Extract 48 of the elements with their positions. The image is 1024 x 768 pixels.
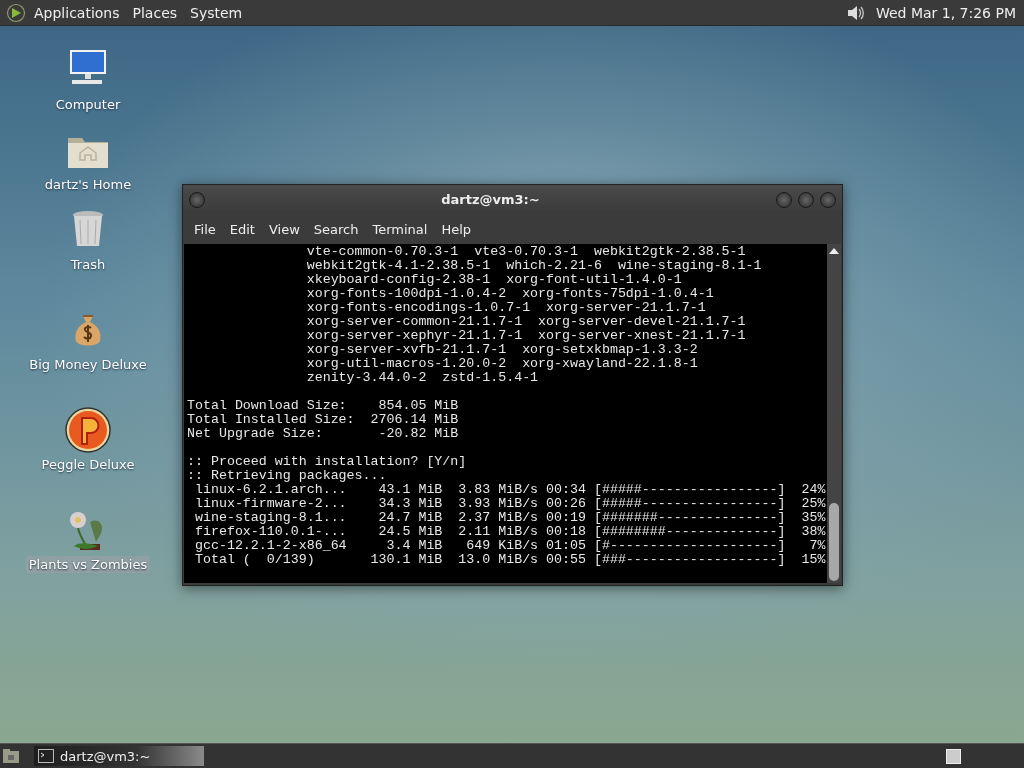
menu-logo-icon[interactable]: [6, 2, 26, 23]
menu-item[interactable]: View: [261, 217, 307, 241]
terminal-line: :: Retrieving packages...: [187, 469, 388, 483]
panel-menu[interactable]: Places: [132, 4, 178, 21]
terminal-line: firefox-110.0.1-... 24.5 MiB 2.11 MiB/s 00:18 [########--------------] 38%: [193, 525, 827, 539]
window-menu-button[interactable]: [189, 191, 205, 208]
maximize-button[interactable]: [798, 191, 814, 208]
window-title: dartz@vm3:~: [440, 192, 541, 207]
terminal-line: vte-common-0.70.3-1 vte3-0.70.3-1 webkit2gtk-2.38.5-1: [305, 245, 747, 259]
terminal-line: xorg-fonts-encodings-1.0.7-1 xorg-server-21.1.7-1: [305, 301, 707, 315]
menu-item[interactable]: Terminal: [365, 217, 435, 241]
menu-item[interactable]: Search: [306, 217, 366, 241]
panel-menu[interactable]: System: [190, 4, 243, 21]
panel-menu[interactable]: Applications: [34, 4, 120, 21]
terminal-line: wine-staging-8.1... 24.7 MiB 2.37 MiB/s 00:19 [#######---------------] 35%: [193, 511, 827, 525]
terminal-line: webkit2gtk-4.1-2.38.5-1 which-2.21-6 wine-staging-8.1-1: [305, 259, 763, 273]
menu-item[interactable]: Help: [434, 217, 479, 241]
close-button[interactable]: [820, 191, 836, 208]
terminal-line: Total Installed Size: 2706.14 MiB: [187, 413, 460, 427]
menu-item[interactable]: File: [187, 217, 223, 241]
show-desktop-icon[interactable]: [2, 748, 20, 764]
game-icon[interactable]: [64, 406, 112, 454]
menu-item[interactable]: Edit: [222, 217, 262, 241]
terminal-line: zenity-3.44.0-2 zstd-1.5.4-1: [305, 371, 540, 385]
terminal-icon: [38, 749, 54, 763]
clock[interactable]: Wed Mar 1, 7:26 PM: [875, 4, 1016, 21]
terminal-line: xorg-util-macros-1.20.0-2 xorg-xwayland-22.1.8-1: [305, 357, 699, 371]
terminal-line: Net Upgrade Size: -20.82 MiB: [187, 427, 460, 441]
terminal-line: xorg-fonts-100dpi-1.0.4-2 xorg-fonts-75dpi-1.0.4-1: [305, 287, 715, 301]
workspace-switcher[interactable]: [946, 748, 961, 764]
terminal-line: linux-firmware-2... 34.3 MiB 3.93 MiB/s 00:26 [#####-----------------] 25%: [193, 497, 827, 511]
scroll-up-icon[interactable]: [829, 248, 839, 254]
desktop-icon-label[interactable]: dartz's Home: [41, 176, 135, 193]
scrollbar-thumb[interactable]: [829, 503, 839, 581]
terminal-line: Total ( 0/139) 130.1 MiB 13.0 MiB/s 00:55 [###-------------------] 15%: [193, 553, 827, 567]
scrollbar[interactable]: [827, 244, 841, 583]
terminal-line: xorg-server-common-21.1.7-1 xorg-server-devel-21.1.7-1: [305, 315, 747, 329]
terminal-line: Total Download Size: 854.05 MiB: [187, 399, 460, 413]
terminal-line: gcc-12.2.1-2-x86_64 3.4 MiB 649 KiB/s 01:05 [#---------------------] 7%: [193, 539, 827, 553]
terminal-line: :: Proceed with installation? [Y/n]: [187, 455, 468, 469]
minimize-button[interactable]: [776, 191, 792, 208]
desktop-icon-label[interactable]: Computer: [52, 96, 124, 113]
terminal-line: linux-6.2.1.arch... 43.1 MiB 3.83 MiB/s 00:34 [#####-----------------] 24%: [193, 483, 827, 497]
desktop-icon-label[interactable]: Trash: [67, 256, 109, 273]
terminal-line: xkeyboard-config-2.38-1 xorg-font-util-1.4.0-1: [305, 273, 683, 287]
terminal-line: xorg-server-xvfb-21.1.7-1 xorg-setxkbmap-1.3.3-2: [305, 343, 699, 357]
taskbar-button[interactable]: dartz@vm3:~: [34, 746, 204, 766]
terminal-line: xorg-server-xephyr-21.1.7-1 xorg-server-xnest-21.1.7-1: [305, 329, 747, 343]
